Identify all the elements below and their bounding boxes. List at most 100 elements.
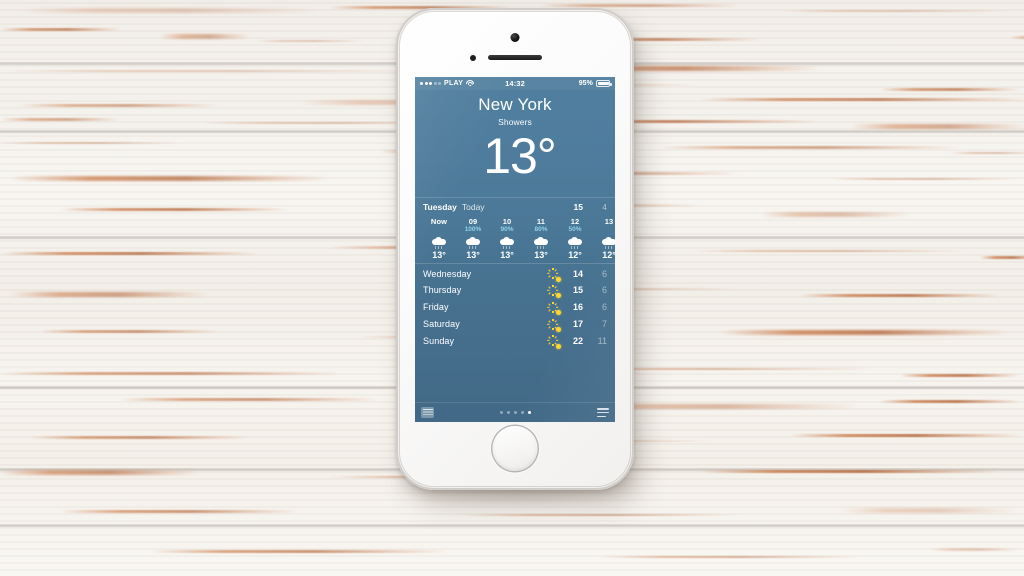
day-summary-row: Tuesday Today 15 4 — [415, 197, 615, 215]
daily-forecast-row: Thursday 15 6 — [423, 282, 607, 299]
page-dot[interactable] — [527, 411, 531, 414]
proximity-sensor-icon — [470, 55, 476, 61]
hourly-temperature: 13° — [466, 250, 480, 261]
cloud-rain-icon — [456, 234, 490, 250]
weather-footer — [415, 402, 615, 422]
page-dot[interactable] — [513, 411, 517, 414]
wood-rust-streak — [840, 508, 1020, 513]
daily-day-label: Wednesday — [423, 268, 472, 279]
weather-header: New York Showers 13° — [415, 90, 615, 181]
hourly-time-label: 11 — [536, 217, 546, 227]
daily-low-temp: 7 — [601, 319, 607, 330]
daily-day-label: Sunday — [423, 335, 455, 346]
wood-rust-streak — [0, 70, 430, 72]
hourly-precip-chance — [422, 226, 456, 234]
wood-rust-streak — [150, 550, 450, 553]
hourly-time-label: 09 — [468, 217, 478, 227]
page-dot[interactable] — [506, 411, 510, 414]
wood-rust-streak — [830, 178, 1020, 180]
wood-rust-streak — [1010, 36, 1024, 39]
hourly-forecast-item: Now 13° — [422, 217, 456, 260]
cloud-rain-icon — [524, 234, 558, 250]
wood-rust-streak — [660, 146, 960, 149]
hourly-time-label: Now — [430, 217, 448, 227]
iphone-device: PLAY 14:32 95% New York Showers 13° Tues… — [396, 8, 634, 490]
daily-forecast-row: Saturday 17 7 — [423, 316, 607, 333]
hourly-forecast-item: 11 80% 13° — [524, 217, 558, 260]
wood-rust-streak — [690, 250, 970, 252]
current-temperature: 13° — [483, 128, 557, 185]
wood-rust-streak — [20, 8, 320, 13]
wood-rust-streak — [0, 470, 200, 475]
wood-rust-streak — [930, 548, 1020, 551]
daily-day-label: Saturday — [423, 319, 460, 330]
daily-low-temp: 6 — [601, 268, 607, 279]
wood-rust-streak — [980, 256, 1024, 259]
wood-rust-streak — [60, 510, 300, 513]
wood-rust-streak — [460, 514, 740, 516]
home-button[interactable] — [492, 426, 538, 471]
daily-low-temp: 11 — [597, 335, 607, 346]
front-camera-icon — [510, 33, 520, 42]
daily-low-temp: 6 — [601, 285, 607, 296]
wood-rust-streak — [900, 374, 1020, 377]
wood-rust-streak — [30, 436, 250, 439]
wood-rust-streak — [700, 98, 1024, 101]
page-dot[interactable] — [520, 411, 524, 414]
hourly-time-label: 10 — [502, 217, 512, 227]
daily-forecast-list: Wednesday 14 6 Thursday 15 6 Friday 16 6 Saturday… — [415, 264, 615, 349]
cloud-rain-icon — [490, 234, 524, 250]
hourly-precip-chance: 80% — [534, 226, 548, 234]
daily-forecast-row: Sunday 22 11 — [423, 332, 607, 349]
hourly-forecast-item: 12 50% 12° — [558, 217, 592, 260]
battery-icon — [596, 80, 612, 87]
plank-seam — [0, 524, 1024, 528]
wood-rust-streak — [0, 252, 260, 255]
status-bar-right: 95% — [578, 80, 612, 87]
page-dot[interactable] — [499, 411, 503, 414]
wood-rust-streak — [40, 330, 220, 333]
wood-rust-streak — [800, 294, 1000, 297]
wood-rust-streak — [540, 4, 740, 7]
wood-rust-streak — [950, 152, 1024, 154]
city-name: New York — [478, 95, 552, 114]
cloud-rain-icon — [592, 234, 615, 250]
cloud-rain-icon — [422, 234, 456, 250]
daily-low-temp: 6 — [601, 302, 607, 313]
daily-forecast-row: Wednesday 14 6 — [423, 265, 607, 282]
phone-screen[interactable]: PLAY 14:32 95% New York Showers 13° Tues… — [415, 77, 615, 422]
wood-rust-streak — [160, 34, 250, 39]
summary-today-label: Today — [461, 202, 485, 213]
wood-rust-streak — [880, 400, 1020, 403]
hourly-forecast-item: 13 12° — [592, 217, 615, 260]
hourly-forecast-item: 09 100% 13° — [456, 217, 490, 260]
daily-day-label: Friday — [423, 302, 449, 313]
condition-label: Showers — [498, 117, 532, 128]
hourly-forecast-item: 10 90% 13° — [490, 217, 524, 260]
wood-rust-streak — [1, 118, 121, 121]
hourly-temperature: 13° — [432, 250, 446, 261]
wood-rust-streak — [700, 470, 1000, 473]
hourly-precip-chance: 90% — [500, 226, 514, 234]
hourly-temperature: 12° — [602, 250, 615, 261]
wood-rust-streak — [60, 208, 290, 211]
wood-rust-streak — [780, 10, 1010, 12]
hourly-precip-chance: 50% — [568, 226, 582, 234]
wood-rust-streak — [600, 556, 860, 558]
wood-rust-streak — [20, 104, 220, 107]
wood-rust-streak — [1, 372, 341, 375]
cloud-rain-icon — [558, 234, 592, 250]
wood-rust-streak — [880, 88, 1020, 91]
page-dots — [415, 411, 615, 414]
hourly-precip-chance: 100% — [464, 226, 482, 234]
hourly-forecast-scroller[interactable]: Now 13° 09 100% 13° 10 90% 13° 11 80% 13° 12 50% 12° 1… — [415, 215, 615, 265]
hourly-time-label: 12 — [570, 217, 580, 227]
hourly-temperature: 13° — [500, 250, 514, 261]
summary-high-temp: 15 — [573, 202, 583, 213]
hourly-temperature: 13° — [534, 250, 548, 261]
daily-forecast-row: Friday 16 6 — [423, 299, 607, 316]
wood-rust-streak — [760, 212, 910, 217]
wood-rust-streak — [790, 434, 1020, 437]
battery-percent-label: 95% — [578, 80, 593, 87]
wood-rust-streak — [1, 28, 121, 31]
